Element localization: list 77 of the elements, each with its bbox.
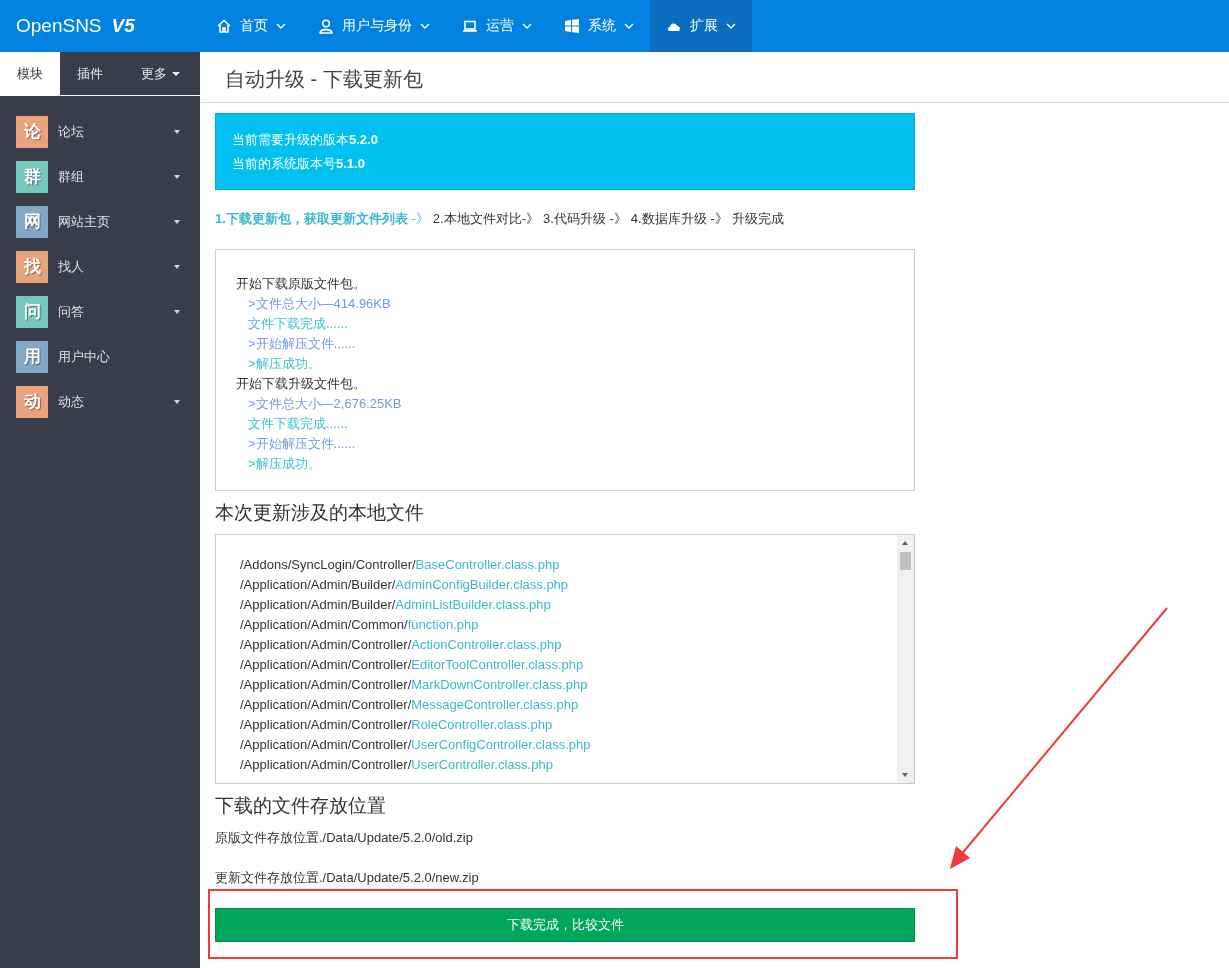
scroll-thumb[interactable] <box>900 552 911 570</box>
log-line: 文件下载完成...... <box>247 415 349 433</box>
file-path: /Application/Admin/Controller/ActionController.class.php <box>240 636 563 654</box>
log-line: 文件下载完成...... <box>247 315 349 333</box>
log-line: >解压成功。 <box>247 455 322 473</box>
scrollbar[interactable] <box>897 535 914 783</box>
scroll-down-icon[interactable] <box>902 773 908 777</box>
info-text: 当前需要升级的版本5.2.0 <box>232 131 379 149</box>
section-heading: 下载的文件存放位置 <box>215 794 387 818</box>
step-label: 2.本地文件对比-》 <box>432 210 539 228</box>
file-path: /Application/Admin/Controller/EditorToolController.class.php <box>240 656 585 674</box>
item-label: 找人 <box>58 257 85 276</box>
log-line: >开始解压文件...... <box>247 335 357 353</box>
nav-item[interactable]: 扩展 <box>650 0 752 52</box>
log-line: >开始解压文件...... <box>247 435 357 453</box>
step-label: 3.代码升级 -》 <box>543 210 627 228</box>
module-badge: 网 <box>16 205 48 238</box>
chevron-down-icon <box>420 22 430 30</box>
module-badge: 问 <box>16 295 48 328</box>
sidebar-item[interactable]: 找 找人 <box>0 244 200 289</box>
home-icon <box>216 18 232 34</box>
nav-item[interactable]: 运营 <box>446 0 548 52</box>
sidebar-item[interactable]: 论 论坛 <box>0 109 200 154</box>
chevron-down-icon <box>522 22 532 30</box>
item-label: 动态 <box>58 392 85 411</box>
item-label: 问答 <box>58 302 85 321</box>
log-line: >文件总大小—2,676.25KB <box>247 395 403 413</box>
chevron-down-icon <box>726 22 736 30</box>
section-heading: 本次更新涉及的本地文件 <box>215 501 425 525</box>
module-badge: 用 <box>16 340 48 373</box>
storage-path: 更新文件存放位置./Data/Update/5.2.0/new.zip <box>215 869 480 887</box>
module-badge: 论 <box>16 115 48 148</box>
logo-version: V5 <box>111 15 135 37</box>
windows-icon <box>564 18 580 34</box>
scroll-up-icon[interactable] <box>902 541 908 545</box>
sidebar-tab[interactable]: 模块 <box>0 52 60 95</box>
file-path: /Application/Admin/Controller/UserController.class.php <box>240 756 554 774</box>
module-badge: 群 <box>16 160 48 193</box>
item-label: 用户中心 <box>58 347 111 366</box>
file-path: /Application/Admin/Builder/AdminListBuilder.class.php <box>240 596 552 614</box>
module-badge: 找 <box>16 250 48 283</box>
module-badge: 动 <box>16 385 48 418</box>
user-icon <box>318 18 334 34</box>
sidebar-item[interactable]: 群 群组 <box>0 154 200 199</box>
sidebar-item[interactable]: 网 网站主页 <box>0 199 200 244</box>
step-label: 1.下载更新包，获取更新文件列表 -》 <box>215 210 429 228</box>
step-label: 4.数据库升级 -》 <box>630 210 728 228</box>
log-heading: 开始下载原版文件包。 <box>236 275 367 293</box>
nav-item[interactable]: 系统 <box>548 0 650 52</box>
nav-item[interactable]: 用户与身份 <box>302 0 446 52</box>
item-label: 群组 <box>58 167 85 186</box>
sidebar-tab[interactable]: 插件 <box>60 52 120 95</box>
sidebar-item[interactable]: 用 用户中心 <box>0 334 200 379</box>
info-text: 当前的系统版本号5.1.0 <box>232 155 366 173</box>
sidebar-item[interactable]: 动 动态 <box>0 379 200 424</box>
laptop-icon <box>462 18 478 34</box>
file-path: /Application/Admin/Controller/RoleController.class.php <box>240 716 554 734</box>
log-heading: 开始下载升级文件包。 <box>236 375 367 393</box>
file-path: /Application/Admin/Controller/UserConfigController.class.php <box>240 736 592 754</box>
logo-text: OpenSNS <box>16 15 102 37</box>
chevron-down-icon <box>624 22 634 30</box>
file-path: /Application/Admin/Controller/MarkDownController.class.php <box>240 676 589 694</box>
file-path: /Addons/SyncLogin/Controller/BaseController.class.php <box>240 556 561 574</box>
sidebar-item[interactable]: 问 问答 <box>0 289 200 334</box>
log-line: >文件总大小—414.96KB <box>247 295 392 313</box>
nav-item[interactable]: 首页 <box>200 0 302 52</box>
item-label: 论坛 <box>58 122 85 141</box>
chevron-down-icon <box>276 22 286 30</box>
sidebar-tab[interactable]: 更多 <box>120 52 200 95</box>
item-label: 网站主页 <box>58 212 111 231</box>
file-path: /Application/Admin/Controller/MessageController.class.php <box>240 696 580 714</box>
storage-path: 原版文件存放位置./Data/Update/5.2.0/old.zip <box>215 829 474 847</box>
file-path: /Application/Admin/Common/function.php <box>240 616 480 634</box>
file-path: /Application/Admin/Builder/AdminConfigBuilder.class.php <box>240 576 570 594</box>
step-label: 升级完成 <box>731 210 784 228</box>
log-line: >解压成功。 <box>247 355 322 373</box>
page-title: 自动升级 - 下载更新包 <box>200 52 1229 103</box>
